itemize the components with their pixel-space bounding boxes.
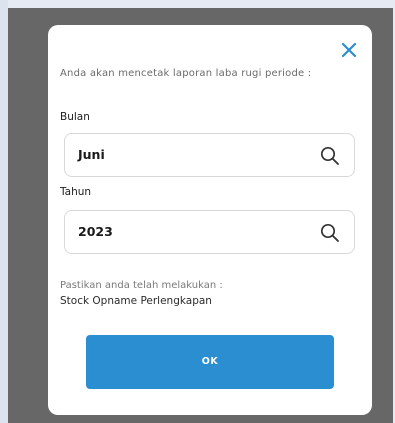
month-select[interactable]: Juni — [64, 133, 355, 177]
year-label: Tahun — [60, 186, 92, 198]
dialog-intro-text: Anda akan mencetak laporan laba rugi per… — [60, 68, 312, 79]
month-value: Juni — [78, 147, 105, 162]
close-button[interactable] — [339, 40, 359, 60]
year-value: 2023 — [78, 224, 113, 239]
search-icon[interactable] — [319, 222, 341, 244]
print-report-dialog: Anda akan mencetak laporan laba rugi per… — [48, 25, 372, 415]
ok-button[interactable]: OK — [86, 335, 334, 389]
note-item: Stock Opname Perlengkapan — [60, 295, 212, 307]
month-label: Bulan — [60, 111, 90, 123]
year-select[interactable]: 2023 — [64, 210, 355, 254]
page-edge — [0, 0, 8, 423]
search-icon[interactable] — [319, 145, 341, 167]
note-label: Pastikan anda telah melakukan : — [60, 280, 223, 291]
close-icon — [341, 42, 357, 58]
